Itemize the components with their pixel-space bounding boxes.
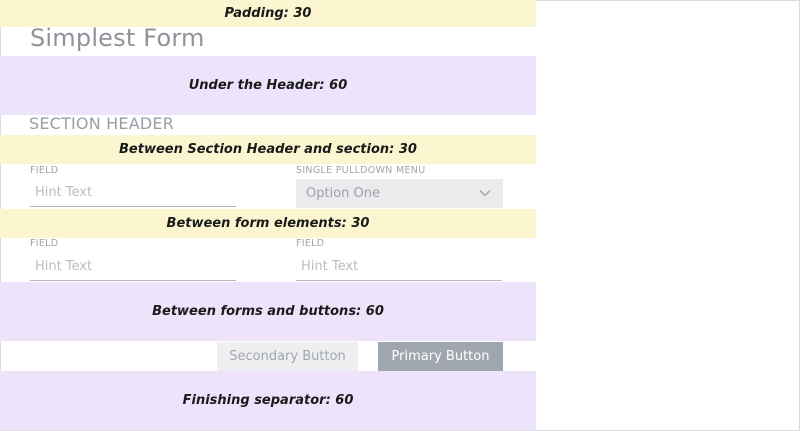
secondary-button[interactable]: Secondary Button bbox=[217, 342, 358, 371]
field-input-2[interactable] bbox=[30, 253, 236, 281]
band-under-header-label: Under the Header: 60 bbox=[188, 78, 348, 93]
field-input[interactable] bbox=[30, 179, 236, 207]
pulldown-label: SINGLE PULLDOWN MENU bbox=[296, 165, 426, 176]
field-input-3[interactable] bbox=[296, 253, 502, 281]
field-label-2: FIELD bbox=[30, 238, 59, 249]
band-finishing-label: Finishing separator: 60 bbox=[182, 393, 354, 408]
field-label-3: FIELD bbox=[296, 238, 325, 249]
chevron-down-icon bbox=[479, 190, 491, 197]
band-between-forms-buttons-label: Between forms and buttons: 60 bbox=[152, 304, 384, 319]
band-under-header: Under the Header: 60 bbox=[0, 56, 536, 115]
band-padding: Padding: 30 bbox=[0, 0, 536, 27]
band-between-section: Between Section Header and section: 30 bbox=[0, 135, 536, 164]
page-title: Simplest Form bbox=[30, 24, 205, 52]
band-finishing: Finishing separator: 60 bbox=[0, 371, 536, 430]
field-label: FIELD bbox=[30, 165, 59, 176]
primary-button[interactable]: Primary Button bbox=[378, 342, 503, 371]
band-between-form: Between form elements: 30 bbox=[0, 209, 536, 238]
band-between-section-label: Between Section Header and section: 30 bbox=[119, 142, 417, 157]
band-between-forms-buttons: Between forms and buttons: 60 bbox=[0, 282, 536, 341]
section-header: SECTION HEADER bbox=[29, 114, 175, 133]
band-between-form-label: Between form elements: 30 bbox=[166, 216, 370, 231]
single-pulldown-menu[interactable]: Option One bbox=[296, 179, 503, 208]
band-padding-label: Padding: 30 bbox=[224, 6, 312, 21]
pulldown-value: Option One bbox=[306, 186, 380, 201]
